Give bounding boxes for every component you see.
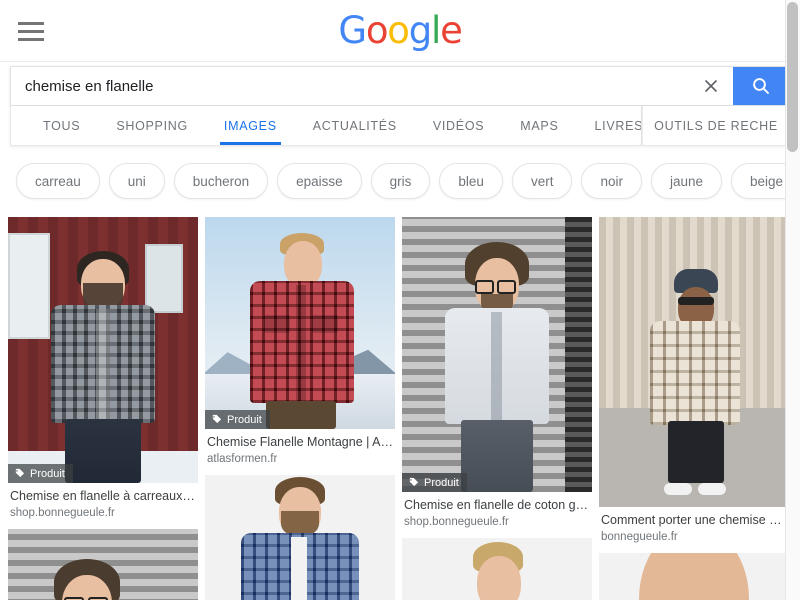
google-images-page: Google TOUS SHOPPING IMAGES ACTUALITÉS V… (0, 0, 800, 600)
result-caption: Chemise Flanelle Montagne | Atla… atlasf… (205, 429, 395, 467)
logo-letter-2: o (365, 9, 389, 52)
image-result-card[interactable] (8, 529, 198, 600)
search-input[interactable] (11, 77, 689, 95)
results-column-2: Produit Chemise Flanelle Montagne | Atla… (205, 217, 395, 600)
product-badge-label: Produit (30, 467, 65, 480)
result-caption: Chemise en flanelle de coton grise shop.… (402, 492, 592, 530)
logo-letter-4: g (408, 9, 433, 52)
page-scrollbar[interactable] (785, 0, 800, 600)
result-thumbnail[interactable] (402, 538, 592, 600)
result-domain: atlasformen.fr (207, 453, 278, 465)
chip-uni[interactable]: uni (108, 163, 165, 199)
thumbnail-image (205, 217, 395, 429)
logo-letter-5: l (430, 9, 441, 52)
tab-tous[interactable]: TOUS (25, 106, 98, 145)
result-thumbnail[interactable] (599, 217, 789, 507)
thumbnail-image (599, 217, 789, 507)
thumbnail-image (402, 538, 592, 600)
clear-search-icon[interactable] (689, 67, 733, 105)
tab-livres[interactable]: LIVRES (577, 106, 641, 145)
thumbnail-image (599, 553, 789, 600)
result-title[interactable]: Chemise Flanelle Montagne | Atla… (207, 434, 393, 451)
search-icon (753, 78, 769, 94)
search-tabs-row: TOUS SHOPPING IMAGES ACTUALITÉS VIDÉOS M… (10, 106, 790, 146)
chip-vert[interactable]: vert (511, 163, 573, 199)
result-thumbnail[interactable]: Produit (8, 217, 198, 483)
tab-videos[interactable]: VIDÉOS (415, 106, 502, 145)
image-result-card[interactable] (205, 475, 395, 600)
result-thumbnail[interactable]: Produit (402, 217, 592, 492)
result-caption: Comment porter une chemise en … bonnegue… (599, 507, 789, 545)
google-logo[interactable]: Google (0, 12, 800, 49)
results-column-3: Produit Chemise en flanelle de coton gri… (402, 217, 592, 600)
result-domain: bonnegueule.fr (601, 531, 678, 543)
results-column-4: Comment porter une chemise en … bonnegue… (599, 217, 789, 600)
tag-icon (14, 468, 25, 478)
thumbnail-image (402, 217, 592, 492)
logo-letter-1: G (338, 9, 367, 52)
image-results-grid: Produit Chemise en flanelle à carreaux K… (0, 210, 800, 600)
scrollbar-thumb[interactable] (787, 2, 798, 152)
image-result-card[interactable] (599, 553, 789, 600)
chip-bucheron[interactable]: bucheron (173, 163, 269, 199)
thumbnail-image (8, 529, 198, 600)
chip-gris[interactable]: gris (370, 163, 431, 199)
image-result-card[interactable]: Produit Chemise en flanelle à carreaux K… (8, 217, 198, 521)
product-badge: Produit (8, 464, 73, 483)
thumbnail-image (8, 217, 198, 483)
result-caption: Chemise en flanelle à carreaux Ku… shop.… (8, 483, 198, 521)
chip-epaisse[interactable]: epaisse (277, 163, 362, 199)
result-domain: shop.bonnegueule.fr (404, 516, 509, 528)
tab-maps[interactable]: MAPS (502, 106, 576, 145)
chip-carreau[interactable]: carreau (16, 163, 100, 199)
chip-bleu[interactable]: bleu (439, 163, 503, 199)
tab-actualites[interactable]: ACTUALITÉS (295, 106, 415, 145)
result-thumbnail[interactable] (205, 475, 395, 600)
result-title[interactable]: Comment porter une chemise en … (601, 512, 787, 529)
results-column-1: Produit Chemise en flanelle à carreaux K… (8, 217, 198, 600)
thumbnail-image (205, 475, 395, 600)
chip-noir[interactable]: noir (581, 163, 642, 199)
product-badge-label: Produit (424, 476, 459, 489)
search-submit-button[interactable] (733, 67, 789, 105)
result-thumbnail[interactable] (8, 529, 198, 600)
image-result-card[interactable]: Comment porter une chemise en … bonnegue… (599, 217, 789, 545)
logo-letter-6: e (440, 9, 463, 52)
tab-images[interactable]: IMAGES (206, 106, 295, 145)
product-badge: Produit (205, 410, 270, 429)
search-tools-button[interactable]: OUTILS DE RECHE (642, 106, 790, 146)
image-result-card[interactable]: Produit Chemise Flanelle Montagne | Atla… (205, 217, 395, 467)
chip-jaune[interactable]: jaune (650, 163, 723, 199)
result-thumbnail[interactable] (599, 553, 789, 600)
search-tabs: TOUS SHOPPING IMAGES ACTUALITÉS VIDÉOS M… (10, 106, 642, 146)
product-badge-label: Produit (227, 413, 262, 426)
logo-letter-3: o (387, 9, 410, 52)
image-result-card[interactable]: Produit Chemise en flanelle de coton gri… (402, 217, 592, 530)
tag-icon (211, 414, 222, 424)
result-domain: shop.bonnegueule.fr (10, 507, 115, 519)
result-thumbnail[interactable]: Produit (205, 217, 395, 429)
product-badge: Produit (402, 473, 467, 492)
page-header: Google (0, 0, 800, 62)
tag-icon (408, 477, 419, 487)
image-result-card[interactable] (402, 538, 592, 600)
result-title[interactable]: Chemise en flanelle de coton grise (404, 497, 590, 514)
search-bar (10, 66, 790, 106)
filter-chips-row[interactable]: carreau uni bucheron epaisse gris bleu v… (0, 152, 800, 210)
result-title[interactable]: Chemise en flanelle à carreaux Ku… (10, 488, 196, 505)
tab-shopping[interactable]: SHOPPING (98, 106, 206, 145)
